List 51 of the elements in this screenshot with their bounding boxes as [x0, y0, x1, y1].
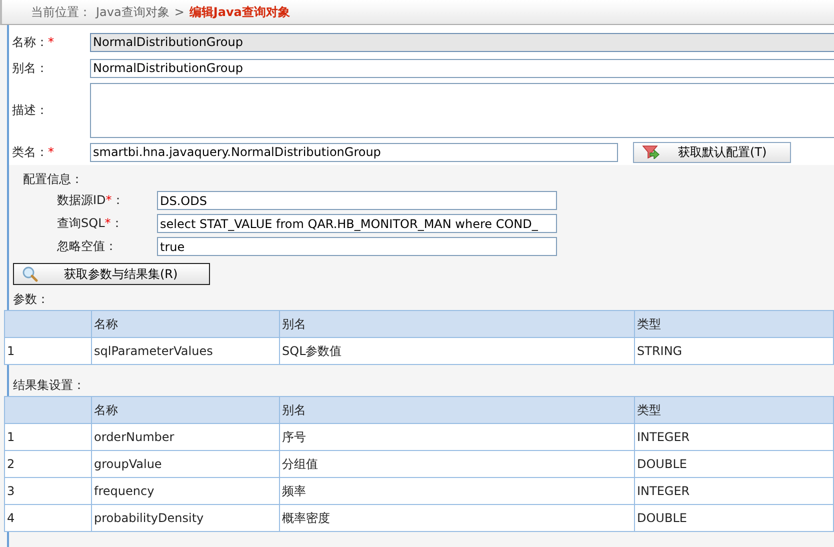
- breadcrumb-prefix: 当前位置：: [31, 4, 91, 20]
- description-field[interactable]: [90, 82, 834, 138]
- table-cell: 1: [4, 338, 92, 364]
- header-cell: 别名: [280, 310, 634, 338]
- table-cell: STRING: [634, 338, 834, 364]
- table-cell: probabilityDensity: [92, 504, 280, 532]
- table-cell: sqlParameterValues: [92, 338, 280, 364]
- table-cell: DOUBLE: [634, 450, 834, 478]
- table-cell: 频率: [280, 478, 634, 504]
- section-title: 参数：: [12, 291, 50, 307]
- table-cell: DOUBLE: [634, 504, 834, 532]
- table-cell: frequency: [92, 478, 280, 504]
- magnifier-icon: [22, 266, 38, 282]
- header-cell: 名称: [92, 396, 280, 424]
- table-cell: 2: [4, 450, 92, 478]
- header-cell: 名称: [92, 310, 280, 338]
- header-cell: 别名: [280, 396, 634, 424]
- table-cell: 序号: [280, 424, 634, 450]
- field-label: 查询SQL*：: [57, 215, 124, 232]
- section-title: 结果集设置：: [12, 377, 86, 393]
- header-cell: 类型: [634, 310, 834, 338]
- table-cell: SQL参数值: [280, 338, 634, 364]
- field-label: 描述：: [12, 102, 49, 118]
- default-config-button[interactable]: 获取默认配置(T): [633, 142, 791, 162]
- input-field[interactable]: DS.ODS: [157, 191, 557, 210]
- input-field[interactable]: true: [157, 237, 557, 256]
- input-field[interactable]: NormalDistributionGroup: [90, 58, 834, 78]
- table-cell: orderNumber: [92, 424, 280, 450]
- table-cell: 4: [4, 504, 92, 532]
- header-cell: 类型: [634, 396, 834, 424]
- funnel-arrow-icon: [642, 145, 660, 159]
- table-cell: 概率密度: [280, 504, 634, 532]
- input-field[interactable]: select STAT_VALUE from QAR.HB_MONITOR_MAN where COND_: [157, 214, 557, 233]
- breadcrumb-current: 编辑Java查询对象: [189, 4, 290, 20]
- table-cell: groupValue: [92, 450, 280, 478]
- field-label: 名称：*: [12, 34, 55, 50]
- fetch-params-button[interactable]: 获取参数与结果集(R): [13, 263, 210, 285]
- field-label: 数据源ID*：: [57, 192, 125, 209]
- field-label: 别名：: [12, 60, 49, 76]
- field-label: 类名：*: [12, 144, 55, 160]
- table-cell: 3: [4, 478, 92, 504]
- table-cell: 分组值: [280, 450, 634, 478]
- input-field[interactable]: smartbi.hna.javaquery.NormalDistributionGroup: [90, 142, 618, 162]
- breadcrumb-separator: >: [174, 5, 184, 19]
- section-title: 配置信息：: [22, 171, 84, 188]
- table-cell: INTEGER: [634, 478, 834, 504]
- table-cell: 1: [4, 424, 92, 450]
- field-label: 忽略空值：: [57, 238, 118, 255]
- input-field[interactable]: NormalDistributionGroup: [90, 32, 834, 52]
- breadcrumb-link[interactable]: Java查询对象: [96, 4, 170, 20]
- table-cell: INTEGER: [634, 424, 834, 450]
